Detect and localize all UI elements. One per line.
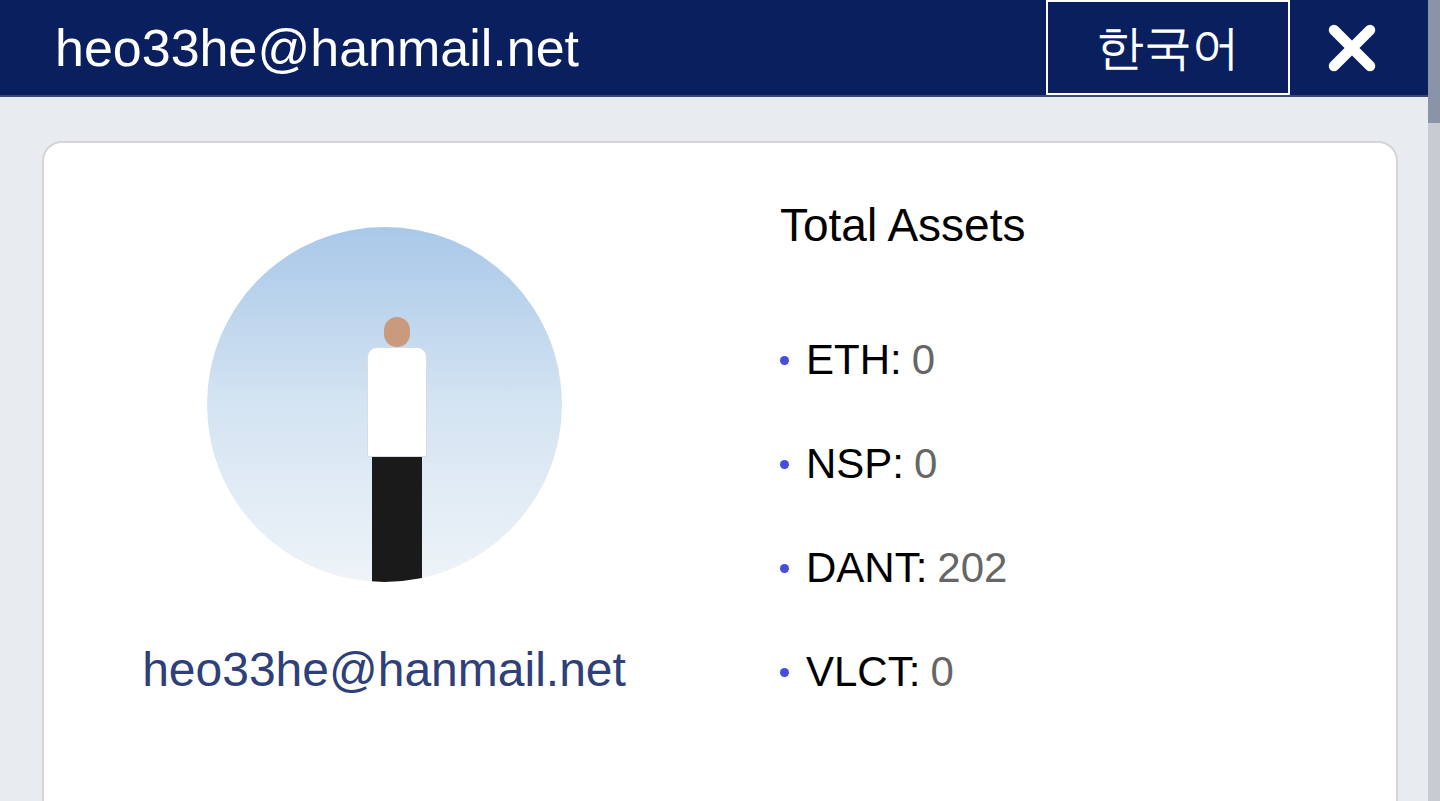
profile-email: heo33he@hanmail.net (142, 640, 626, 700)
header-bar: heo33he@hanmail.net한국어 (0, 0, 1428, 97)
person-figure (367, 317, 427, 582)
bullet-icon (780, 460, 789, 469)
profile-card: heo33he@hanmail.netTotal AssetsETH:0NSP:… (42, 141, 1398, 801)
asset-value: 0 (912, 308, 935, 412)
assets-title: Total Assets (780, 195, 1025, 255)
asset-label: NSP: (806, 412, 904, 516)
asset-value: 0 (914, 412, 937, 516)
asset-label: DANT: (806, 516, 927, 620)
main: heo33he@hanmail.net한국어heo33he@hanmail.ne… (0, 0, 1428, 801)
assets-column: Total AssetsETH:0NSP:0DANT:202VLCT:0 (724, 143, 1025, 801)
app: heo33he@hanmail.net한국어heo33he@hanmail.ne… (0, 0, 1440, 801)
bullet-icon (780, 668, 789, 677)
header-title: heo33he@hanmail.net (55, 22, 1046, 74)
asset-value: 202 (937, 516, 1007, 620)
profile-column: heo33he@hanmail.net (44, 143, 724, 801)
asset-label: ETH: (806, 308, 902, 412)
asset-value: 0 (930, 620, 953, 724)
bullet-icon (780, 564, 789, 573)
scrollbar-thumb[interactable] (1428, 0, 1440, 123)
scrollbar[interactable] (1428, 0, 1440, 801)
close-button[interactable] (1316, 12, 1388, 84)
language-button[interactable]: 한국어 (1046, 0, 1290, 95)
asset-item: VLCT:0 (780, 620, 1025, 724)
asset-label: VLCT: (806, 620, 920, 724)
asset-item: ETH:0 (780, 308, 1025, 412)
assets-list: ETH:0NSP:0DANT:202VLCT:0 (780, 308, 1025, 724)
asset-item: DANT:202 (780, 516, 1025, 620)
bullet-icon (780, 356, 789, 365)
asset-item: NSP:0 (780, 412, 1025, 516)
content: heo33he@hanmail.netTotal AssetsETH:0NSP:… (0, 97, 1428, 801)
profile-photo (207, 227, 562, 582)
close-icon (1316, 10, 1388, 86)
